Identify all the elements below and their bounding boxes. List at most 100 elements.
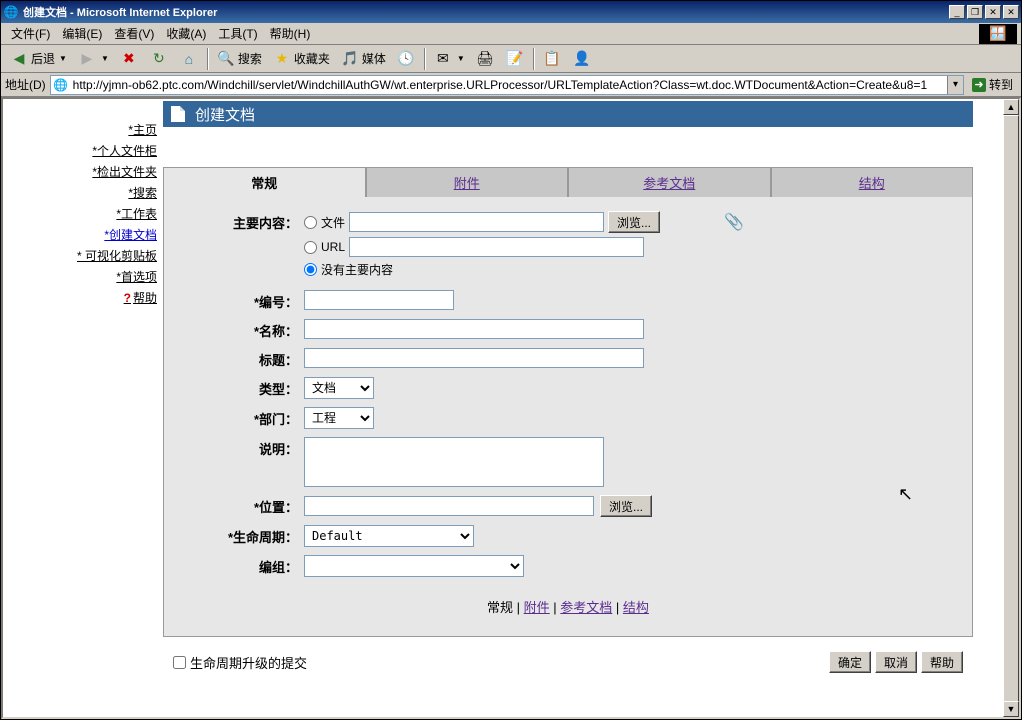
menu-view[interactable]: 查看(V) <box>108 23 160 44</box>
help-button[interactable]: 帮助 <box>921 651 963 673</box>
label-primary-content: 主要内容： <box>174 211 304 232</box>
discuss-icon: 📋 <box>542 49 562 69</box>
attachment-icon[interactable]: 📎 <box>724 212 744 232</box>
search-icon: 🔍 <box>216 49 236 69</box>
page-icon: 🌐 <box>53 77 69 93</box>
tab-structure[interactable]: 结构 <box>771 167 974 197</box>
close-button[interactable]: ✕ <box>1003 5 1019 19</box>
link-structure[interactable]: 结构 <box>623 600 649 615</box>
nav-worksheet[interactable]: *工作表 <box>3 203 157 224</box>
messenger-icon: 👤 <box>572 49 592 69</box>
page-header: 创建文档 <box>163 101 973 127</box>
browse-file-button[interactable]: 浏览... <box>608 211 660 233</box>
cancel-button[interactable]: 取消 <box>875 651 917 673</box>
mail-icon: ✉ <box>433 49 453 69</box>
ok-button[interactable]: 确定 <box>829 651 871 673</box>
menu-file[interactable]: 文件(F) <box>5 23 56 44</box>
select-group[interactable] <box>304 555 524 577</box>
media-button[interactable]: 🎵媒体 <box>336 47 390 71</box>
go-arrow-icon: ➜ <box>972 78 986 92</box>
menu-favorites[interactable]: 收藏(A) <box>160 23 212 44</box>
label-desc: 说明： <box>174 437 304 458</box>
tab-attachment[interactable]: 附件 <box>366 167 569 197</box>
nav-personal-cabinet[interactable]: *个人文件柜 <box>3 140 157 161</box>
restore-button[interactable]: ❐ <box>967 5 983 19</box>
footer-row: 生命周期升级的提交 确定 取消 帮助 <box>163 637 973 687</box>
checkbox-lifecycle-label: 生命周期升级的提交 <box>190 653 307 672</box>
link-refdoc[interactable]: 参考文档 <box>560 600 612 615</box>
input-file[interactable] <box>349 212 604 232</box>
tab-refdoc[interactable]: 参考文档 <box>568 167 771 197</box>
scroll-thumb[interactable] <box>1003 115 1019 705</box>
address-input-wrap[interactable]: 🌐 ▾ <box>50 75 964 95</box>
select-type[interactable]: 文档 <box>304 377 374 399</box>
input-number[interactable] <box>304 290 454 310</box>
label-name: *名称： <box>174 319 304 340</box>
discuss-button[interactable]: 📋 <box>538 47 566 71</box>
side-nav: *主页 *个人文件柜 *检出文件夹 *搜索 *工作表 *创建文档 * 可视化剪贴… <box>3 101 163 687</box>
help-q-icon: ? <box>124 291 131 305</box>
label-type: 类型： <box>174 377 304 398</box>
select-dept[interactable]: 工程 <box>304 407 374 429</box>
vertical-scrollbar[interactable]: ▲ ▼ <box>1003 99 1019 717</box>
nav-clipboard[interactable]: * 可视化剪贴板 <box>3 245 157 266</box>
nav-create-document[interactable]: *创建文档 <box>3 224 157 245</box>
go-button[interactable]: ➜ 转到 <box>968 76 1017 93</box>
menu-help[interactable]: 帮助(H) <box>264 23 317 44</box>
favorites-button[interactable]: ★收藏夹 <box>268 47 334 71</box>
menu-edit[interactable]: 编辑(E) <box>56 23 108 44</box>
nav-help[interactable]: ?帮助 <box>3 287 157 308</box>
messenger-button[interactable]: 👤 <box>568 47 596 71</box>
address-label: 地址(D) <box>5 76 46 93</box>
input-url[interactable] <box>349 237 644 257</box>
search-button[interactable]: 🔍搜索 <box>212 47 266 71</box>
select-lifecycle[interactable]: Default <box>304 525 474 547</box>
nav-checkout-folder[interactable]: *检出文件夹 <box>3 161 157 182</box>
radio-none-label: 没有主要内容 <box>321 261 393 278</box>
label-number: *编号： <box>174 290 304 311</box>
stop-icon: ✖ <box>119 49 139 69</box>
forward-button[interactable]: ▶▼ <box>73 47 113 71</box>
browse-location-button[interactable]: 浏览... <box>600 495 652 517</box>
history-button[interactable]: 🕓 <box>392 47 420 71</box>
scroll-down-icon[interactable]: ▼ <box>1003 701 1019 717</box>
radio-url[interactable] <box>304 241 317 254</box>
nav-preferences[interactable]: *首选项 <box>3 266 157 287</box>
close-ext-button[interactable]: ✕ <box>985 5 1001 19</box>
radio-url-label: URL <box>321 240 345 254</box>
tab-strip: 常规 附件 参考文档 结构 <box>163 167 973 197</box>
form-area: 主要内容： 文件 浏览... 📎 <box>163 197 973 637</box>
scroll-up-icon[interactable]: ▲ <box>1003 99 1019 115</box>
back-label: 后退 <box>31 50 55 67</box>
home-button[interactable]: ⌂ <box>175 47 203 71</box>
search-label: 搜索 <box>238 50 262 67</box>
mail-button[interactable]: ✉▼ <box>429 47 469 71</box>
media-icon: 🎵 <box>340 49 360 69</box>
input-location[interactable] <box>304 496 594 516</box>
checkbox-lifecycle-submit[interactable] <box>173 656 186 669</box>
textarea-desc[interactable] <box>304 437 604 487</box>
link-general: 常规 <box>487 600 513 615</box>
input-name[interactable] <box>304 319 644 339</box>
print-button[interactable]: 🖨 <box>471 47 499 71</box>
address-input[interactable] <box>71 76 947 94</box>
link-attachment[interactable]: 附件 <box>524 600 550 615</box>
nav-home[interactable]: *主页 <box>3 119 157 140</box>
bottom-tab-links: 常规 | 附件 | 参考文档 | 结构 <box>174 597 962 616</box>
menu-tools[interactable]: 工具(T) <box>212 23 263 44</box>
minimize-button[interactable]: _ <box>949 5 965 19</box>
document-icon <box>171 106 185 122</box>
edit-button[interactable]: 📝 <box>501 47 529 71</box>
radio-file[interactable] <box>304 216 317 229</box>
back-button[interactable]: ◀ 后退 ▼ <box>5 47 71 71</box>
label-title: 标题： <box>174 348 304 369</box>
nav-search[interactable]: *搜索 <box>3 182 157 203</box>
address-dropdown-icon[interactable]: ▾ <box>947 76 963 94</box>
star-icon: ★ <box>272 49 292 69</box>
stop-button[interactable]: ✖ <box>115 47 143 71</box>
input-title[interactable] <box>304 348 644 368</box>
refresh-button[interactable]: ↻ <box>145 47 173 71</box>
radio-none[interactable] <box>304 263 317 276</box>
tab-general[interactable]: 常规 <box>163 167 366 197</box>
toolbar: ◀ 后退 ▼ ▶▼ ✖ ↻ ⌂ 🔍搜索 ★收藏夹 🎵媒体 🕓 ✉▼ 🖨 📝 📋 … <box>1 45 1021 73</box>
